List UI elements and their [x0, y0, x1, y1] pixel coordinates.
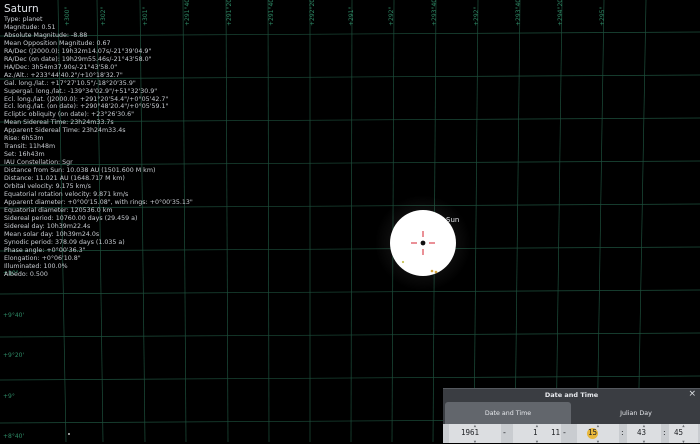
datetime-fields: ▲ 1961 ▼ - ▲ 1 ▼ - 11 ▲ 15 ▼ : ▲ 43 ▼ : …	[443, 423, 700, 444]
object-info-line: Sidereal day: 10h39m22.4s	[4, 222, 91, 230]
grid-ra-label: +291°20'	[226, 0, 233, 26]
year-spinbox[interactable]: ▲ 1961 ▼	[449, 423, 501, 444]
second-value: 45	[674, 428, 684, 437]
grid-ra-label: +292°	[473, 6, 480, 26]
grid-ra-label: +291°	[348, 6, 355, 26]
grid-ra-label: +293°40'	[515, 0, 522, 26]
object-info-line: Type: planet	[4, 16, 43, 23]
object-info-line: Equatorial diameter: 120536.0 km	[4, 206, 113, 214]
object-info-line: Gal. long./lat.: +17°27'10.5"/-18°20'35.…	[4, 79, 136, 87]
close-icon[interactable]: ×	[688, 389, 696, 399]
grid-ra-label: +295°	[599, 6, 606, 26]
saturn-dot[interactable]	[420, 240, 426, 246]
grid-dec-label: +9°	[3, 393, 15, 400]
time-separator: :	[663, 428, 666, 437]
object-info-line: Synodic period: 378.09 days (1.035 a)	[4, 238, 125, 246]
object-title: Saturn	[4, 3, 39, 15]
moon-dot	[401, 260, 405, 264]
grid-ra-label: +293°40'	[431, 0, 438, 26]
object-info-line: Rise: 6h53m	[4, 135, 44, 143]
moon-dot	[430, 269, 434, 273]
object-info-line: Apparent diameter: +0°00'15.08", with ri…	[4, 198, 193, 206]
day-value: 11	[551, 428, 561, 437]
object-info-line: Equatorial rotation velocity: 9.871 km/s	[4, 190, 129, 198]
grid-ra-label: +292°20'	[309, 0, 316, 26]
object-info-line: Apparent Sidereal Time: 23h24m33.4s	[4, 127, 126, 135]
dialog-title: Date and Time	[544, 391, 599, 399]
object-info-line: Orbital velocity: 9.175 km/s	[4, 183, 91, 191]
object-info-line: Mean solar day: 10h39m24.0s	[4, 230, 100, 238]
grid-ra-label: +291°40'	[268, 0, 275, 26]
grid-dec-label: +8°40'	[3, 433, 25, 440]
object-info-line: Albedo: 0.500	[4, 270, 48, 278]
grid-ra-label: +292°	[388, 6, 395, 26]
object-info-line: Mean Opposition Magnitude: 0.67	[4, 39, 111, 47]
sun-label: Sun	[446, 216, 460, 224]
time-separator: :	[621, 428, 624, 437]
star-dot	[68, 433, 70, 435]
object-info-line: Absolute Magnitude: -8.88	[4, 31, 88, 39]
object-info-line: HA/Dec: 3h54m37.90s/-21°43'58.0"	[4, 63, 118, 71]
object-info-line: Phase angle: +0°00'36.3"	[4, 246, 86, 254]
day-spinbox-area[interactable]: 11	[529, 424, 571, 443]
object-info-line: Transit: 11h48m	[4, 143, 56, 151]
object-info-line: Supergal. long./lat.: -139°34'02.9"/+51°…	[4, 87, 158, 95]
date-separator: -	[503, 428, 506, 437]
date-time-dialog[interactable]: Date and Time × Date and Time Julian Day…	[443, 388, 700, 444]
minute-spinbox[interactable]: ▲ 43 ▼	[627, 423, 661, 444]
object-info-line: Set: 16h43m	[4, 151, 45, 159]
object-info-line: Illuminated: 100.0%	[4, 262, 68, 270]
grid-dec-label: +9°40'	[3, 312, 25, 319]
object-info-line: Distance from Sun: 10.038 AU (1501.600 M…	[4, 167, 156, 175]
second-spinbox[interactable]: ▲ 45 ▼	[669, 423, 698, 444]
grid-dec-label: +9°20'	[3, 352, 25, 359]
grid-ra-label: +294°20'	[557, 0, 564, 26]
hour-spinbox[interactable]: ▲ 15 ▼	[577, 423, 619, 444]
tab-date-and-time[interactable]: Date and Time	[445, 402, 571, 424]
object-info-line: Mean Sidereal Time: 23h24m33.7s	[4, 119, 114, 127]
object-info-line: Az./Alt.: +233°44'40.2"/+10°18'32.7"	[4, 71, 123, 79]
year-value: 1961	[461, 428, 480, 437]
object-info-line: Elongation: +0°06'10.8"	[4, 254, 81, 262]
object-info-line: Sidereal period: 10760.00 days (29.459 a…	[4, 214, 138, 222]
minute-value: 43	[637, 428, 647, 437]
moon-dot	[434, 270, 438, 274]
object-info-panel: Saturn Type: planet Magnitude: 0.51 Absolu…	[4, 3, 193, 278]
object-info-line: RA/Dec (J2000.0): 19h32m14.07s/-21°39'04…	[4, 47, 152, 55]
object-info-line: IAU Constellation: Sgr	[4, 159, 73, 167]
tab-julian-day[interactable]: Julian Day	[574, 402, 698, 424]
chevron-up-icon[interactable]: ▲	[577, 423, 619, 428]
object-info-line: RA/Dec (on date): 19h29m55.46s/-21°43'58…	[4, 55, 152, 63]
object-info-line: Ecliptic obliquity (on date): +23°26'30.…	[4, 111, 135, 119]
object-info-line: Distance: 11.021 AU (1648.717 M km)	[4, 175, 125, 183]
object-info-lines: Type: planet Magnitude: 0.51 Absolute Magn…	[4, 16, 193, 278]
hour-value: 15	[588, 428, 598, 437]
object-info-line: Magnitude: 0.51	[4, 23, 56, 31]
